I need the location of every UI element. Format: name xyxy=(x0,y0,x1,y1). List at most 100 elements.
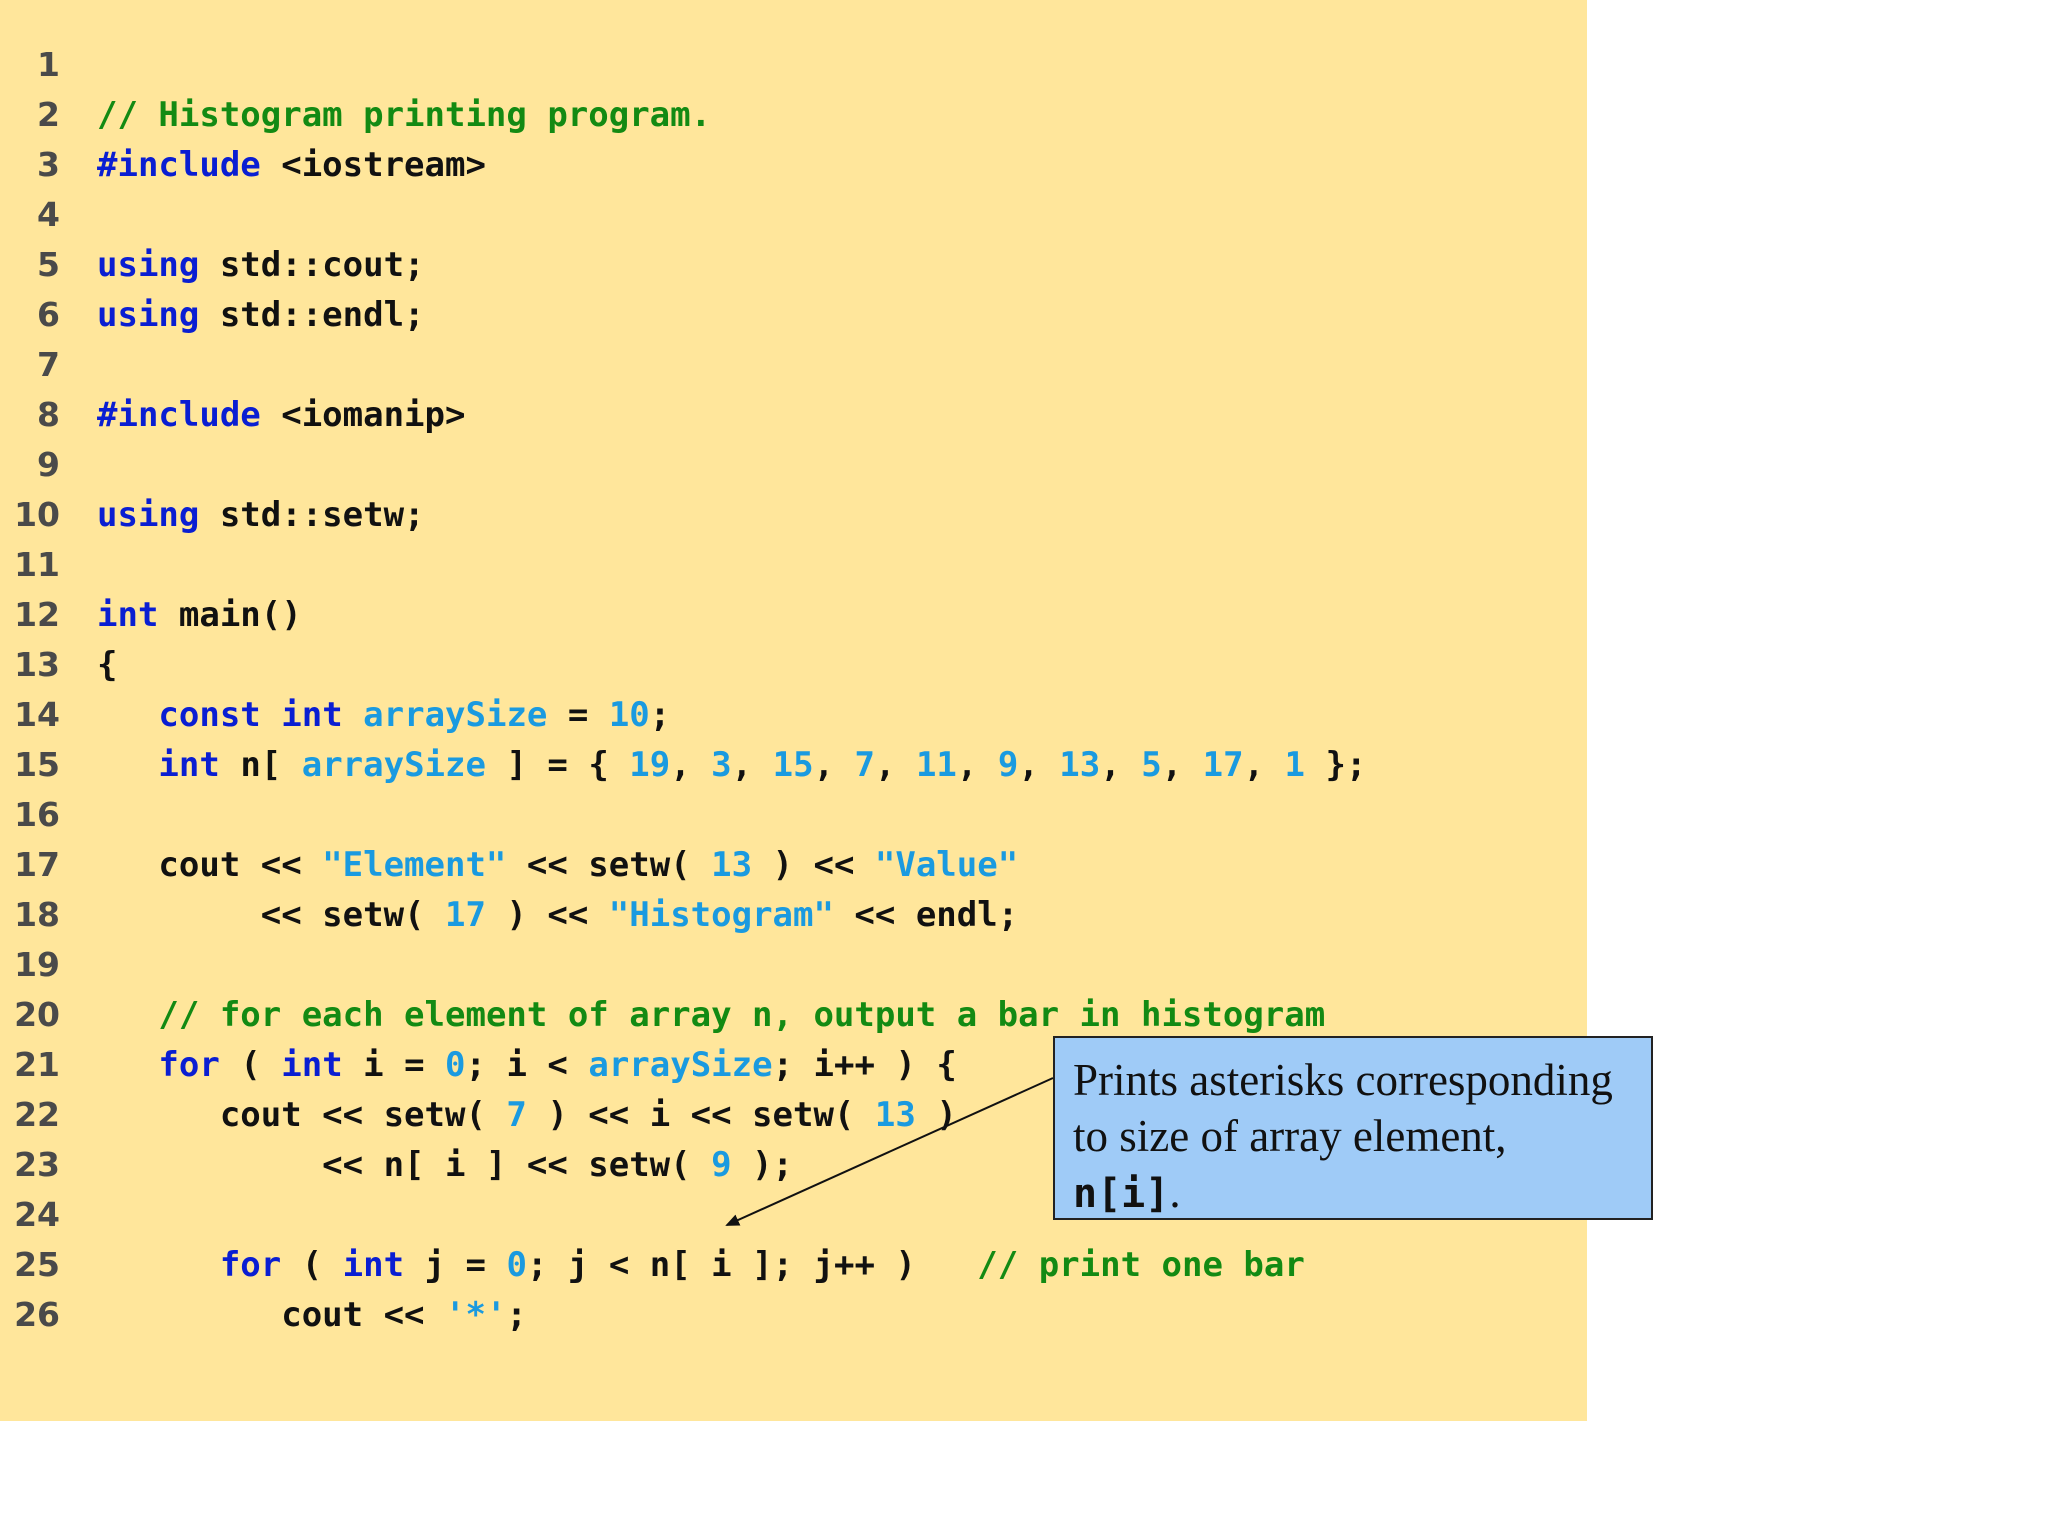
code-comment: // for each element of array n, output a… xyxy=(158,995,1326,1035)
line-number: 4 xyxy=(37,195,60,234)
code-number: 1 xyxy=(1284,745,1306,785)
code-number: 5 xyxy=(1141,745,1162,785)
code-text: cout << setw( 7 ) << i << setw( 13 ) xyxy=(97,1090,957,1140)
code-line: 15 int n[ arraySize ] = { 19, 3, 15, 7, … xyxy=(0,740,1587,790)
code-plain: ) << xyxy=(752,845,875,885)
code-plain: ); xyxy=(731,1145,793,1185)
code-keyword: using xyxy=(97,495,200,535)
code-line: 1 xyxy=(0,40,1587,90)
code-plain: std::cout; xyxy=(199,245,425,285)
callout-code-reference: n[i] xyxy=(1073,1171,1170,1217)
code-number: 13 xyxy=(874,1095,916,1135)
code-plain: = xyxy=(547,695,609,735)
code-text: // Histogram printing program. xyxy=(97,90,711,140)
code-text: cout << "Element" << setw( 13 ) << "Valu… xyxy=(97,840,1018,890)
code-line: 16 xyxy=(0,790,1587,840)
code-line: 14 const int arraySize = 10; xyxy=(0,690,1587,740)
code-identifier: arraySize xyxy=(363,695,548,735)
code-plain: << setw( xyxy=(506,845,712,885)
code-number: 3 xyxy=(711,745,732,785)
code-plain: n[ xyxy=(219,745,302,785)
code-number: 11 xyxy=(915,745,957,785)
line-number: 26 xyxy=(14,1295,60,1334)
code-plain: { xyxy=(97,645,118,685)
code-plain xyxy=(97,695,158,735)
code-keyword: int xyxy=(281,1045,343,1085)
code-text: using std::cout; xyxy=(97,240,425,290)
code-line: 19 xyxy=(0,940,1587,990)
code-comment: // print one bar xyxy=(977,1245,1305,1285)
line-number: 17 xyxy=(14,845,60,884)
code-plain: ; i++ ) { xyxy=(772,1045,957,1085)
code-plain: <iostream> xyxy=(260,145,486,185)
code-text: #include <iostream> xyxy=(97,140,486,190)
code-line: 6 using std::endl; xyxy=(0,290,1587,340)
code-text: using std::endl; xyxy=(97,290,425,340)
code-plain: cout << xyxy=(97,1295,445,1335)
code-text: << n[ i ] << setw( 9 ); xyxy=(97,1140,793,1190)
code-string: "Histogram" xyxy=(608,895,834,935)
code-plain: cout << xyxy=(97,845,323,885)
line-number: 18 xyxy=(14,895,60,934)
code-plain: , xyxy=(731,745,773,785)
code-line: 25 for ( int j = 0; j < n[ i ]; j++ ) //… xyxy=(0,1240,1587,1290)
code-text: #include <iomanip> xyxy=(97,390,465,440)
code-line: 20 // for each element of array n, outpu… xyxy=(0,990,1587,1040)
code-identifier: arraySize xyxy=(588,1045,773,1085)
code-plain: , xyxy=(1100,745,1142,785)
code-plain: <iomanip> xyxy=(260,395,466,435)
line-number: 5 xyxy=(37,245,60,284)
line-number: 21 xyxy=(14,1045,60,1084)
code-line: 12 int main() xyxy=(0,590,1587,640)
line-number: 13 xyxy=(14,645,60,684)
code-text: const int arraySize = 10; xyxy=(97,690,670,740)
line-number: 19 xyxy=(14,945,60,984)
code-text: << setw( 17 ) << "Histogram" << endl; xyxy=(97,890,1018,940)
code-plain xyxy=(97,745,158,785)
code-string: '*' xyxy=(445,1295,507,1335)
code-number: 0 xyxy=(445,1045,466,1085)
code-line: 4 xyxy=(0,190,1587,240)
code-number: 15 xyxy=(772,745,814,785)
code-text: int main() xyxy=(97,590,302,640)
code-plain: ; xyxy=(649,695,671,735)
code-line: 9 xyxy=(0,440,1587,490)
callout-text-line-1: Prints asterisks corresponding xyxy=(1073,1055,1613,1105)
code-plain: , xyxy=(875,745,916,785)
code-keyword: int xyxy=(281,695,343,735)
code-string: "Value" xyxy=(874,845,1019,885)
code-number: 17 xyxy=(1202,745,1244,785)
line-number: 9 xyxy=(37,445,60,484)
code-text: // for each element of array n, output a… xyxy=(97,990,1325,1040)
code-plain: }; xyxy=(1305,745,1367,785)
code-plain: ) << i << setw( xyxy=(526,1095,875,1135)
line-number: 12 xyxy=(14,595,60,634)
code-plain: main() xyxy=(158,595,302,635)
code-keyword: int xyxy=(158,745,220,785)
code-plain xyxy=(343,695,363,735)
code-plain: , xyxy=(813,745,855,785)
code-keyword: int xyxy=(97,595,159,635)
code-keyword: for xyxy=(158,1045,220,1085)
code-keyword: using xyxy=(97,245,200,285)
code-plain: ; xyxy=(506,1295,527,1335)
line-number: 11 xyxy=(14,545,60,584)
code-identifier: arraySize xyxy=(301,745,486,785)
code-keyword: for xyxy=(219,1245,282,1285)
line-number: 7 xyxy=(37,345,60,384)
code-number: 0 xyxy=(506,1245,527,1285)
line-number: 16 xyxy=(14,795,60,834)
line-number: 8 xyxy=(37,395,60,434)
line-number: 1 xyxy=(37,45,60,84)
code-keyword: #include xyxy=(97,395,261,435)
code-number: 7 xyxy=(854,745,875,785)
code-plain: , xyxy=(1161,745,1203,785)
code-plain: ) << xyxy=(485,895,609,935)
line-number: 3 xyxy=(37,145,60,184)
code-plain: cout << setw( xyxy=(97,1095,507,1135)
callout-text-line-3: n[i]. xyxy=(1073,1164,1633,1222)
line-number: 15 xyxy=(14,745,60,784)
code-plain xyxy=(261,695,281,735)
line-number: 2 xyxy=(37,95,60,134)
code-plain: i = xyxy=(342,1045,446,1085)
